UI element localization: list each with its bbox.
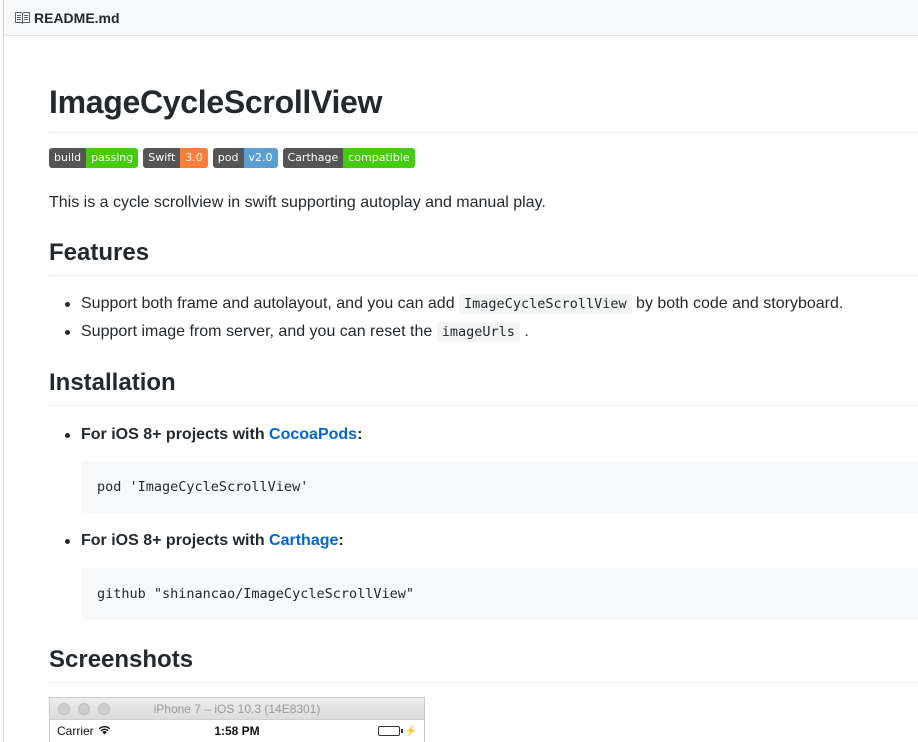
screenshots-heading: Screenshots (49, 645, 918, 683)
inline-code: ImageCycleScrollView (459, 294, 632, 314)
code-block[interactable]: pod 'ImageCycleScrollView' (81, 461, 918, 513)
badge-pod[interactable]: pod v2.0 (212, 148, 278, 168)
cocoapods-link[interactable]: CocoaPods (269, 426, 357, 443)
badge-label: Carthage (282, 148, 344, 168)
badge-value: passing (86, 148, 139, 168)
install-item-carthage: For iOS 8+ projects with Carthage: (49, 530, 344, 552)
list-item-text: Support image from server, and you can r… (81, 323, 437, 340)
install-item-text: : (338, 532, 344, 549)
filename: README.md (34, 9, 120, 26)
readme-panel: README.md ImageCycleScrollView build pas… (3, 0, 918, 742)
badge-value: 3.0 (180, 148, 208, 168)
badge-label: build (49, 148, 87, 168)
installation-heading: Installation (49, 368, 918, 406)
list-item-text: Support both frame and autolayout, and y… (81, 295, 460, 312)
badges-row: build passing Swift 3.0 pod v2.0 Carthag… (49, 148, 415, 168)
simulator-title: iPhone 7 – iOS 10.3 (14E8301) (153, 701, 321, 716)
list-item: Support image from server, and you can r… (49, 321, 843, 343)
install-item-cocoapods: For iOS 8+ projects with CocoaPods: (49, 424, 362, 446)
inline-code: imageUrls (436, 322, 520, 342)
badge-label: Swift (143, 148, 181, 168)
simulator-screenshot: iPhone 7 – iOS 10.3 (14E8301) Carrier 1:… (49, 697, 425, 742)
book-icon (14, 10, 30, 26)
code-block[interactable]: github "shinancao/ImageCycleScrollView" (81, 568, 918, 620)
list-item: Support both frame and autolayout, and y… (49, 293, 843, 315)
badge-label: pod (212, 148, 244, 168)
ios-status-bar: Carrier 1:58 PM ⚡ (50, 720, 424, 742)
readme-title: ImageCycleScrollView (49, 82, 918, 133)
features-heading: Features (49, 238, 918, 276)
badge-swift[interactable]: Swift 3.0 (143, 148, 208, 168)
file-header: README.md (4, 0, 918, 36)
badge-carthage[interactable]: Carthage compatible (282, 148, 415, 168)
intro-paragraph: This is a cycle scrollview in swift supp… (49, 194, 546, 211)
install-item-text: : (357, 426, 363, 443)
status-time: 1:58 PM (214, 724, 260, 738)
badge-value: compatible (343, 148, 415, 168)
simulator-titlebar: iPhone 7 – iOS 10.3 (14E8301) (50, 698, 424, 720)
list-item-text: . (519, 323, 529, 340)
badge-value: v2.0 (243, 148, 278, 168)
install-item-text: For iOS 8+ projects with (81, 426, 270, 443)
features-list: Support both frame and autolayout, and y… (49, 293, 843, 343)
install-item-text: For iOS 8+ projects with (81, 532, 270, 549)
badge-build[interactable]: build passing (49, 148, 139, 168)
carthage-link[interactable]: Carthage (269, 532, 338, 549)
list-item-text: by both code and storyboard. (631, 295, 844, 312)
